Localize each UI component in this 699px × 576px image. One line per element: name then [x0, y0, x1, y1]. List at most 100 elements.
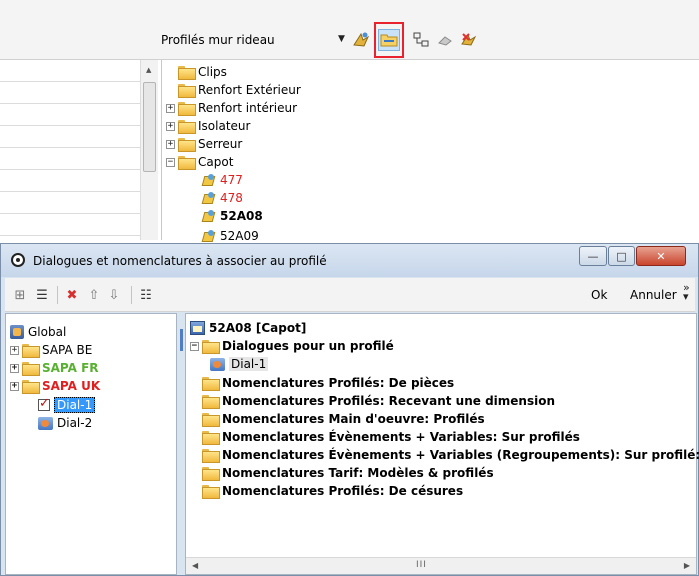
- toolbar-separator: [57, 286, 58, 304]
- tree-item[interactable]: Clips: [178, 64, 227, 80]
- tree-item[interactable]: Nomenclatures Évènements + Variables: Su…: [202, 429, 580, 445]
- tree-item[interactable]: + Renfort intérieur: [166, 100, 297, 116]
- folder-icon: [202, 467, 220, 481]
- tree-item[interactable]: Nomenclatures Profilés: De césures: [202, 483, 463, 499]
- tree-item[interactable]: + SAPA UK: [10, 378, 100, 394]
- tree-item-label: Nomenclatures Tarif: Modèles & profilés: [222, 466, 494, 480]
- ok-button[interactable]: Ok: [591, 288, 607, 302]
- move-down-button[interactable]: ⇩: [105, 287, 123, 303]
- overflow-chevron-icon[interactable]: » ▾: [683, 282, 690, 302]
- tree-item[interactable]: 52A09: [202, 228, 259, 244]
- tree-item[interactable]: + SAPA FR: [10, 360, 99, 376]
- tree-item[interactable]: + Isolateur: [166, 118, 250, 134]
- panel-splitter-handle[interactable]: [180, 329, 183, 351]
- list-row[interactable]: [0, 170, 140, 192]
- tree-view-button[interactable]: ☰: [33, 287, 51, 303]
- tree-item[interactable]: Dial-1: [210, 356, 269, 372]
- tree-item-label: 52A09: [220, 229, 259, 243]
- tree-item[interactable]: + Serreur: [166, 136, 242, 152]
- list-row[interactable]: [0, 126, 140, 148]
- list-row[interactable]: [0, 192, 140, 214]
- dialog-toolbar: ⊞ ☰ ✖ ⇧ ⇩ ☷ Ok Annuler » ▾: [5, 278, 695, 312]
- tree-item[interactable]: − Capot: [166, 154, 233, 170]
- tree-item[interactable]: + SAPA BE: [10, 342, 92, 358]
- network-icon: [413, 32, 429, 47]
- maximize-button[interactable]: □: [608, 246, 635, 266]
- tree-item-label: Dial-1: [54, 397, 96, 413]
- list-row[interactable]: [0, 82, 140, 104]
- list-row[interactable]: [0, 148, 140, 170]
- tree-root[interactable]: 52A08 [Capot]: [190, 320, 306, 336]
- association-tree: 52A08 [Capot] − Dialogues pour un profilé…: [185, 313, 699, 575]
- arrow-down-icon: ⇩: [108, 287, 120, 303]
- list-row[interactable]: [0, 60, 140, 82]
- expand-icon[interactable]: +: [10, 381, 19, 391]
- expand-icon[interactable]: +: [10, 363, 19, 373]
- tree-options-button[interactable]: ☷: [137, 287, 155, 303]
- remove-profile-icon: [461, 33, 477, 46]
- move-up-button[interactable]: ⇧: [85, 287, 103, 303]
- tree-item-label: Renfort intérieur: [198, 101, 298, 115]
- tree-item[interactable]: Nomenclatures Profilés: Recevant une dim…: [202, 393, 555, 409]
- minimize-button[interactable]: —: [579, 246, 607, 266]
- profile-tool-icon: [353, 32, 370, 47]
- profile-tool-button[interactable]: [350, 29, 372, 51]
- tree-item-selected[interactable]: Dial-1: [38, 396, 96, 413]
- scroll-right-icon[interactable]: ▶: [684, 561, 690, 570]
- delete-button[interactable]: ✖: [63, 287, 81, 303]
- profile-type-select[interactable]: Profilés mur rideau ▼: [161, 31, 346, 51]
- tree-item[interactable]: Nomenclatures Tarif: Modèles & profilés: [202, 465, 494, 481]
- profile-icon: [202, 210, 216, 222]
- expand-icon[interactable]: +: [166, 121, 175, 131]
- link-button[interactable]: [434, 29, 456, 51]
- dialog-titlebar[interactable]: Dialogues et nomenclatures à associer au…: [1, 244, 698, 277]
- profile-icon: [202, 230, 216, 242]
- tree-item[interactable]: − Dialogues pour un profilé: [190, 338, 394, 354]
- folder-icon: [178, 138, 196, 152]
- folder-icon: [202, 485, 220, 499]
- tree-item[interactable]: Nomenclatures Évènements + Variables (Re…: [202, 447, 699, 463]
- tree-item[interactable]: Dial-2: [38, 415, 92, 431]
- expand-icon[interactable]: +: [166, 103, 175, 113]
- link-icon: [438, 36, 452, 46]
- expand-all-button[interactable]: ⊞: [11, 287, 29, 303]
- tree-item[interactable]: 478: [202, 190, 243, 206]
- tree-item-label: 477: [220, 173, 243, 187]
- close-icon: ✕: [656, 249, 666, 263]
- network-button[interactable]: [410, 29, 432, 51]
- folder-icon: [202, 395, 220, 409]
- profile-type-select-value: Profilés mur rideau: [161, 33, 275, 47]
- expand-icon[interactable]: +: [166, 139, 175, 149]
- tree-item[interactable]: Nomenclatures Profilés: De pièces: [202, 375, 454, 391]
- folder-icon: [22, 380, 40, 394]
- tree-item-label: Isolateur: [198, 119, 251, 133]
- dialog-icon: [210, 357, 225, 371]
- tree-item-label: Dialogues pour un profilé: [222, 339, 394, 353]
- list-scrollbar[interactable]: ▲: [140, 60, 158, 240]
- expand-icon[interactable]: +: [10, 345, 19, 355]
- tree-item-label: Nomenclatures Évènements + Variables (Re…: [222, 448, 699, 462]
- associate-dialogs-button[interactable]: [374, 22, 404, 58]
- close-button[interactable]: ✕: [636, 246, 686, 266]
- tree-item[interactable]: Nomenclatures Main d'oeuvre: Profilés: [202, 411, 485, 427]
- scrollbar-grip-icon[interactable]: III: [416, 560, 427, 570]
- folder-link-icon: [380, 34, 398, 47]
- cancel-button[interactable]: Annuler: [630, 288, 677, 302]
- list-row[interactable]: [0, 214, 140, 236]
- tree-item[interactable]: Renfort Extérieur: [178, 82, 301, 98]
- scroll-left-icon[interactable]: ◀: [192, 561, 198, 570]
- tree-item-label: 478: [220, 191, 243, 205]
- list-row[interactable]: [0, 104, 140, 126]
- collapse-icon[interactable]: −: [166, 157, 175, 167]
- tree-item-global[interactable]: Global: [10, 324, 66, 340]
- folder-icon: [202, 340, 220, 354]
- profile-list-panel[interactable]: [0, 60, 162, 240]
- scrollbar-thumb[interactable]: [143, 82, 156, 172]
- tree-item[interactable]: 477: [202, 172, 243, 188]
- horizontal-scrollbar[interactable]: ◀ III ▶: [186, 557, 696, 574]
- remove-profile-button[interactable]: [458, 29, 480, 51]
- scroll-up-icon[interactable]: ▲: [146, 66, 151, 74]
- tree-item-selected[interactable]: 52A08: [202, 208, 263, 224]
- collapse-icon[interactable]: −: [190, 341, 199, 351]
- checked-checkbox-icon[interactable]: [38, 396, 50, 411]
